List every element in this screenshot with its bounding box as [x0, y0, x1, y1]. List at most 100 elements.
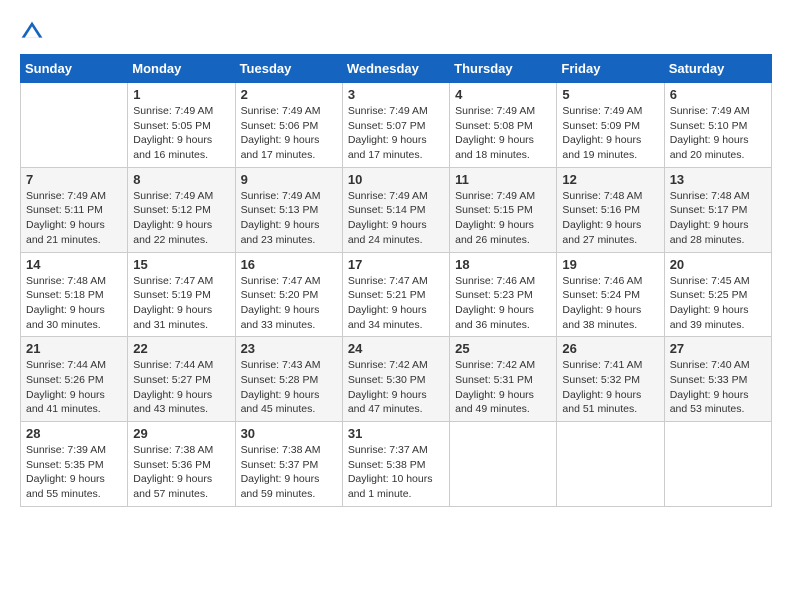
day-number: 9 — [241, 172, 337, 187]
calendar-cell — [450, 422, 557, 507]
day-number: 30 — [241, 426, 337, 441]
day-number: 23 — [241, 341, 337, 356]
calendar-cell: 7 Sunrise: 7:49 AM Sunset: 5:11 PM Daylig… — [21, 167, 128, 252]
calendar-cell: 30 Sunrise: 7:38 AM Sunset: 5:37 PM Dayli… — [235, 422, 342, 507]
calendar-table: SundayMondayTuesdayWednesdayThursdayFrid… — [20, 54, 772, 507]
day-info: Sunrise: 7:38 AM Sunset: 5:37 PM Dayligh… — [241, 443, 337, 502]
day-of-week-header: Sunday — [21, 55, 128, 83]
calendar-cell: 4 Sunrise: 7:49 AM Sunset: 5:08 PM Daylig… — [450, 83, 557, 168]
calendar-cell: 28 Sunrise: 7:39 AM Sunset: 5:35 PM Dayli… — [21, 422, 128, 507]
day-number: 24 — [348, 341, 444, 356]
day-info: Sunrise: 7:47 AM Sunset: 5:19 PM Dayligh… — [133, 274, 229, 333]
calendar-cell: 20 Sunrise: 7:45 AM Sunset: 5:25 PM Dayli… — [664, 252, 771, 337]
day-number: 21 — [26, 341, 122, 356]
calendar-cell: 22 Sunrise: 7:44 AM Sunset: 5:27 PM Dayli… — [128, 337, 235, 422]
day-number: 20 — [670, 257, 766, 272]
day-info: Sunrise: 7:49 AM Sunset: 5:12 PM Dayligh… — [133, 189, 229, 248]
calendar-cell: 2 Sunrise: 7:49 AM Sunset: 5:06 PM Daylig… — [235, 83, 342, 168]
day-number: 8 — [133, 172, 229, 187]
calendar-cell: 24 Sunrise: 7:42 AM Sunset: 5:30 PM Dayli… — [342, 337, 449, 422]
day-info: Sunrise: 7:45 AM Sunset: 5:25 PM Dayligh… — [670, 274, 766, 333]
day-number: 29 — [133, 426, 229, 441]
day-info: Sunrise: 7:49 AM Sunset: 5:15 PM Dayligh… — [455, 189, 551, 248]
day-info: Sunrise: 7:46 AM Sunset: 5:23 PM Dayligh… — [455, 274, 551, 333]
calendar-week-row: 1 Sunrise: 7:49 AM Sunset: 5:05 PM Daylig… — [21, 83, 772, 168]
day-number: 25 — [455, 341, 551, 356]
day-of-week-header: Saturday — [664, 55, 771, 83]
logo — [20, 20, 48, 44]
day-number: 7 — [26, 172, 122, 187]
calendar-cell: 29 Sunrise: 7:38 AM Sunset: 5:36 PM Dayli… — [128, 422, 235, 507]
day-info: Sunrise: 7:43 AM Sunset: 5:28 PM Dayligh… — [241, 358, 337, 417]
day-number: 6 — [670, 87, 766, 102]
day-number: 13 — [670, 172, 766, 187]
day-info: Sunrise: 7:47 AM Sunset: 5:21 PM Dayligh… — [348, 274, 444, 333]
calendar-cell: 3 Sunrise: 7:49 AM Sunset: 5:07 PM Daylig… — [342, 83, 449, 168]
day-number: 19 — [562, 257, 658, 272]
calendar-week-row: 28 Sunrise: 7:39 AM Sunset: 5:35 PM Dayli… — [21, 422, 772, 507]
day-info: Sunrise: 7:49 AM Sunset: 5:13 PM Dayligh… — [241, 189, 337, 248]
day-of-week-header: Tuesday — [235, 55, 342, 83]
calendar-cell — [557, 422, 664, 507]
calendar-cell: 9 Sunrise: 7:49 AM Sunset: 5:13 PM Daylig… — [235, 167, 342, 252]
day-number: 4 — [455, 87, 551, 102]
calendar-cell: 12 Sunrise: 7:48 AM Sunset: 5:16 PM Dayli… — [557, 167, 664, 252]
day-number: 1 — [133, 87, 229, 102]
day-number: 14 — [26, 257, 122, 272]
day-number: 28 — [26, 426, 122, 441]
calendar-cell: 5Sunrise: 7:49 AM Sunset: 5:09 PM Daylig… — [557, 83, 664, 168]
day-number: 16 — [241, 257, 337, 272]
day-info: Sunrise: 7:49 AM Sunset: 5:05 PM Dayligh… — [133, 104, 229, 163]
day-info: Sunrise: 7:49 AM Sunset: 5:14 PM Dayligh… — [348, 189, 444, 248]
day-of-week-header: Wednesday — [342, 55, 449, 83]
header — [20, 20, 772, 44]
day-info: Sunrise: 7:48 AM Sunset: 5:17 PM Dayligh… — [670, 189, 766, 248]
day-info: Sunrise: 7:37 AM Sunset: 5:38 PM Dayligh… — [348, 443, 444, 502]
day-number: 18 — [455, 257, 551, 272]
calendar-cell: 25 Sunrise: 7:42 AM Sunset: 5:31 PM Dayli… — [450, 337, 557, 422]
calendar-week-row: 14Sunrise: 7:48 AM Sunset: 5:18 PM Dayli… — [21, 252, 772, 337]
day-number: 2 — [241, 87, 337, 102]
day-number: 22 — [133, 341, 229, 356]
calendar-cell: 14Sunrise: 7:48 AM Sunset: 5:18 PM Dayli… — [21, 252, 128, 337]
day-info: Sunrise: 7:49 AM Sunset: 5:08 PM Dayligh… — [455, 104, 551, 163]
calendar-cell: 26Sunrise: 7:41 AM Sunset: 5:32 PM Dayli… — [557, 337, 664, 422]
day-number: 3 — [348, 87, 444, 102]
calendar-cell: 8 Sunrise: 7:49 AM Sunset: 5:12 PM Daylig… — [128, 167, 235, 252]
calendar-week-row: 7 Sunrise: 7:49 AM Sunset: 5:11 PM Daylig… — [21, 167, 772, 252]
calendar-cell — [21, 83, 128, 168]
calendar-header-row: SundayMondayTuesdayWednesdayThursdayFrid… — [21, 55, 772, 83]
day-info: Sunrise: 7:49 AM Sunset: 5:06 PM Dayligh… — [241, 104, 337, 163]
day-number: 26 — [562, 341, 658, 356]
day-number: 17 — [348, 257, 444, 272]
day-info: Sunrise: 7:48 AM Sunset: 5:16 PM Dayligh… — [562, 189, 658, 248]
day-number: 15 — [133, 257, 229, 272]
calendar-cell: 6Sunrise: 7:49 AM Sunset: 5:10 PM Daylig… — [664, 83, 771, 168]
day-info: Sunrise: 7:44 AM Sunset: 5:27 PM Dayligh… — [133, 358, 229, 417]
calendar-cell: 16 Sunrise: 7:47 AM Sunset: 5:20 PM Dayli… — [235, 252, 342, 337]
calendar-cell: 23 Sunrise: 7:43 AM Sunset: 5:28 PM Dayli… — [235, 337, 342, 422]
logo-icon — [20, 20, 44, 44]
calendar-week-row: 21 Sunrise: 7:44 AM Sunset: 5:26 PM Dayli… — [21, 337, 772, 422]
calendar-cell: 18 Sunrise: 7:46 AM Sunset: 5:23 PM Dayli… — [450, 252, 557, 337]
calendar-cell: 10 Sunrise: 7:49 AM Sunset: 5:14 PM Dayli… — [342, 167, 449, 252]
day-of-week-header: Monday — [128, 55, 235, 83]
day-number: 5 — [562, 87, 658, 102]
day-info: Sunrise: 7:44 AM Sunset: 5:26 PM Dayligh… — [26, 358, 122, 417]
calendar-cell — [664, 422, 771, 507]
day-number: 10 — [348, 172, 444, 187]
day-info: Sunrise: 7:42 AM Sunset: 5:31 PM Dayligh… — [455, 358, 551, 417]
day-info: Sunrise: 7:47 AM Sunset: 5:20 PM Dayligh… — [241, 274, 337, 333]
day-info: Sunrise: 7:42 AM Sunset: 5:30 PM Dayligh… — [348, 358, 444, 417]
day-info: Sunrise: 7:49 AM Sunset: 5:11 PM Dayligh… — [26, 189, 122, 248]
day-info: Sunrise: 7:39 AM Sunset: 5:35 PM Dayligh… — [26, 443, 122, 502]
day-info: Sunrise: 7:49 AM Sunset: 5:07 PM Dayligh… — [348, 104, 444, 163]
day-number: 27 — [670, 341, 766, 356]
day-of-week-header: Friday — [557, 55, 664, 83]
day-info: Sunrise: 7:38 AM Sunset: 5:36 PM Dayligh… — [133, 443, 229, 502]
calendar-cell: 1 Sunrise: 7:49 AM Sunset: 5:05 PM Daylig… — [128, 83, 235, 168]
day-number: 11 — [455, 172, 551, 187]
calendar-cell: 27Sunrise: 7:40 AM Sunset: 5:33 PM Dayli… — [664, 337, 771, 422]
day-number: 12 — [562, 172, 658, 187]
calendar-cell: 17 Sunrise: 7:47 AM Sunset: 5:21 PM Dayli… — [342, 252, 449, 337]
